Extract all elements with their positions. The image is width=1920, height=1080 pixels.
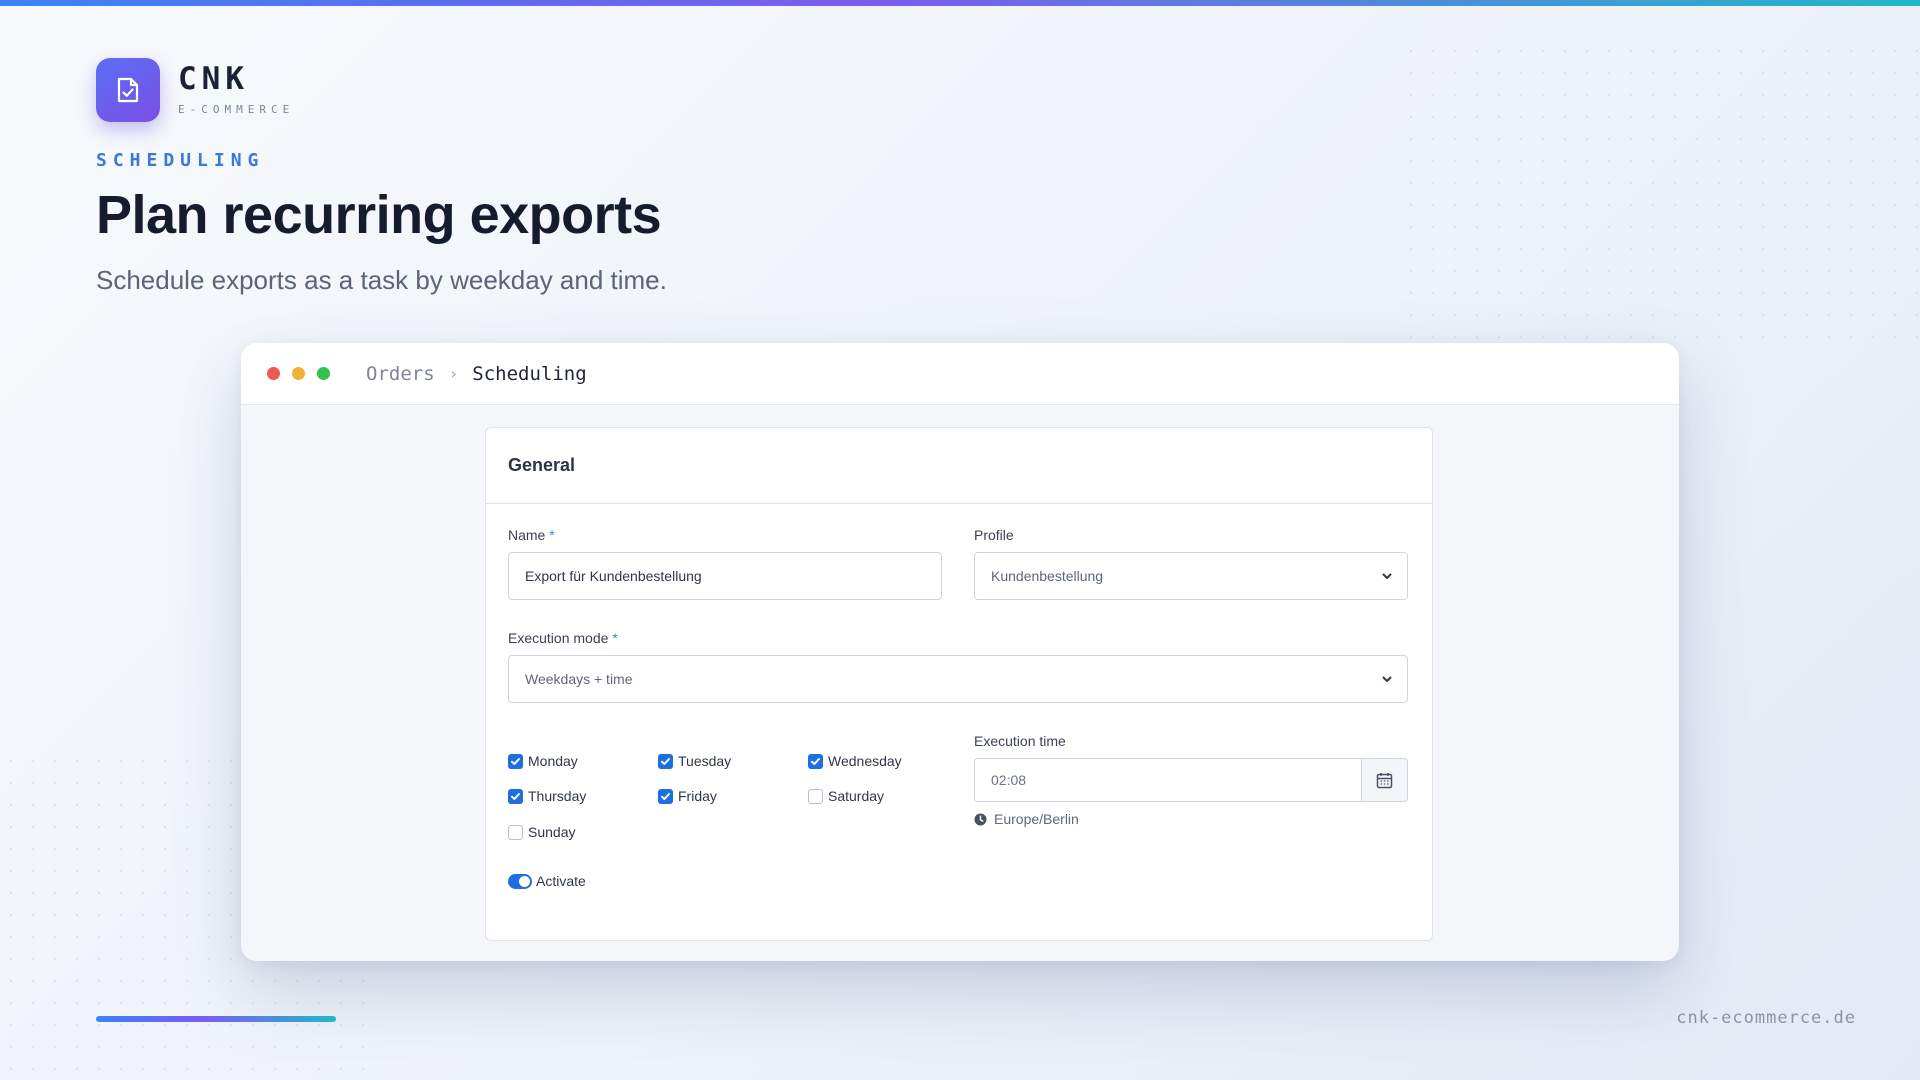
app-window: Orders › Scheduling General Name * Export… [241, 343, 1679, 961]
chevron-right-icon: › [448, 364, 459, 383]
chevron-down-icon [1382, 573, 1392, 579]
checkbox-checked-icon[interactable] [808, 753, 823, 769]
window-titlebar: Orders › Scheduling [241, 343, 1679, 405]
weekday-checkbox-friday[interactable]: Friday [658, 788, 717, 804]
weekday-checkbox-sunday[interactable]: Sunday [508, 824, 575, 840]
weekday-label: Wednesday [828, 753, 902, 769]
minimize-window-dot[interactable] [292, 367, 305, 380]
document-check-icon [96, 58, 160, 122]
name-label: Name * [508, 527, 555, 543]
checkbox-unchecked-icon[interactable] [508, 824, 523, 840]
slide-progress-bar [96, 1016, 336, 1022]
checkbox-checked-icon[interactable] [508, 788, 523, 804]
weekday-checkbox-saturday[interactable]: Saturday [808, 788, 884, 804]
checkbox-unchecked-icon[interactable] [808, 788, 823, 804]
weekday-label: Thursday [528, 788, 587, 804]
profile-label: Profile [974, 527, 1014, 543]
execution-mode-value: Weekdays + time [525, 671, 633, 687]
weekday-checkbox-wednesday[interactable]: Wednesday [808, 753, 902, 769]
clock-icon [974, 813, 987, 825]
top-accent-bar [0, 0, 1920, 6]
checkbox-checked-icon[interactable] [508, 753, 523, 769]
profile-select[interactable]: Kundenbestellung [974, 552, 1408, 600]
weekday-checkbox-thursday[interactable]: Thursday [508, 788, 586, 804]
name-input-value: Export für Kundenbestellung [525, 568, 702, 584]
execution-time-input[interactable]: 02:08 [974, 758, 1361, 802]
execution-time-field: 02:08 [974, 758, 1408, 802]
execution-mode-label: Execution mode * [508, 630, 618, 646]
page-subtitle: Schedule exports as a task by weekday an… [96, 265, 667, 295]
breadcrumb: Orders › Scheduling [366, 363, 587, 385]
activate-label: Activate [536, 873, 586, 889]
weekday-checkbox-tuesday[interactable]: Tuesday [658, 753, 731, 769]
breadcrumb-scheduling: Scheduling [472, 362, 587, 385]
page-title: Plan recurring exports [96, 185, 662, 245]
timezone-hint: Europe/Berlin [974, 811, 1079, 827]
footer-url: cnk-ecommerce.de [1676, 1008, 1856, 1028]
maximize-window-dot[interactable] [317, 367, 330, 380]
section-eyebrow: SCHEDULING [96, 150, 265, 171]
close-window-dot[interactable] [267, 367, 280, 380]
profile-select-value: Kundenbestellung [991, 568, 1104, 584]
weekday-label: Saturday [828, 788, 885, 804]
timezone-text: Europe/Berlin [994, 811, 1079, 827]
weekday-label: Tuesday [678, 753, 732, 769]
execution-time-value: 02:08 [991, 772, 1027, 788]
brand-tagline: E-COMMERCE [178, 103, 295, 116]
general-form-card: General Name * Export für Kundenbestellun… [485, 427, 1433, 941]
execution-mode-select[interactable]: Weekdays + time [508, 655, 1408, 703]
weekday-label: Monday [528, 753, 578, 769]
checkbox-checked-icon[interactable] [658, 753, 673, 769]
breadcrumb-orders[interactable]: Orders [366, 363, 435, 385]
checkbox-checked-icon[interactable] [658, 788, 673, 804]
calendar-button[interactable] [1361, 758, 1408, 802]
decorative-dot-grid [1400, 40, 1920, 340]
chevron-down-icon [1382, 676, 1392, 682]
weekday-label: Friday [678, 788, 717, 804]
execution-time-label: Execution time [974, 733, 1066, 749]
weekday-checkbox-monday[interactable]: Monday [508, 753, 578, 769]
name-input[interactable]: Export für Kundenbestellung [508, 552, 942, 600]
activate-toggle[interactable] [508, 873, 532, 889]
activate-toggle-row[interactable]: Activate [508, 873, 586, 889]
card-title: General [508, 455, 576, 475]
card-header: General [486, 428, 1432, 504]
brand: CNK E-COMMERCE [96, 58, 294, 122]
weekday-label: Sunday [528, 824, 576, 840]
calendar-icon [1376, 772, 1393, 788]
brand-name: CNK [178, 61, 249, 97]
